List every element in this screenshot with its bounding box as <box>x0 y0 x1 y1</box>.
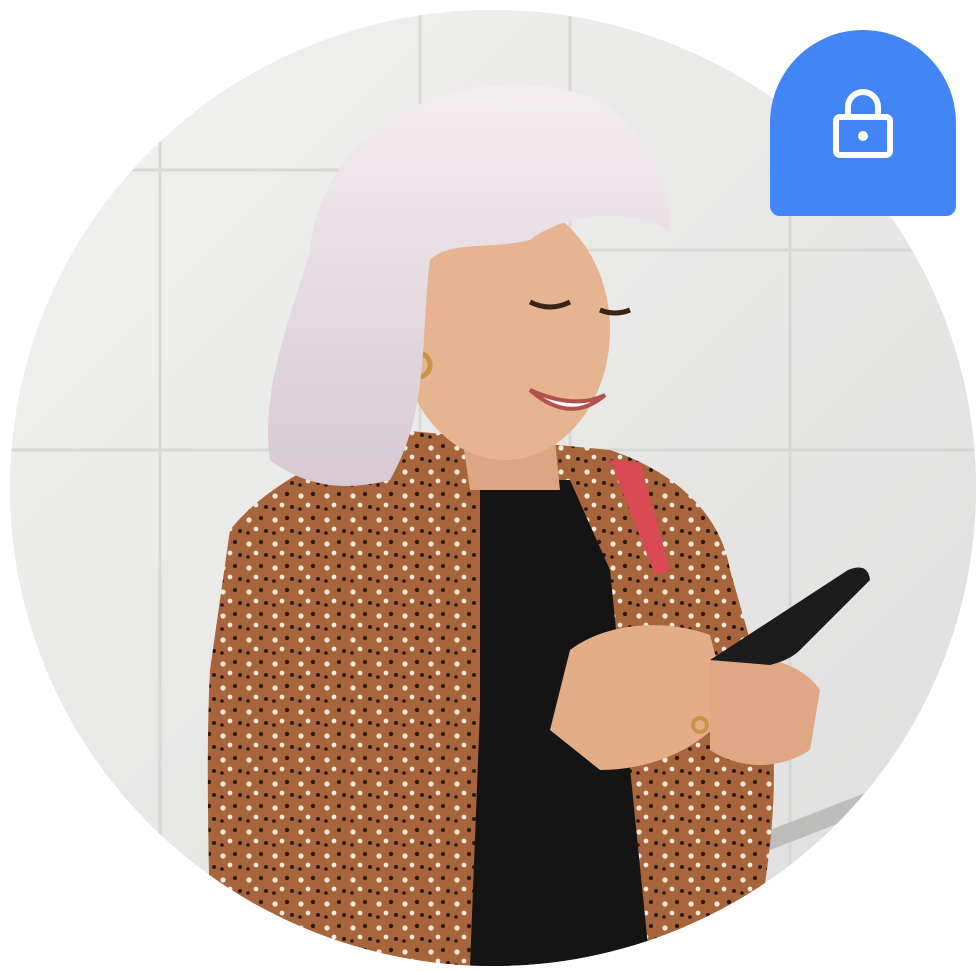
lock-badge <box>770 30 956 216</box>
lock-icon <box>833 89 893 158</box>
hero-visual <box>0 0 976 971</box>
